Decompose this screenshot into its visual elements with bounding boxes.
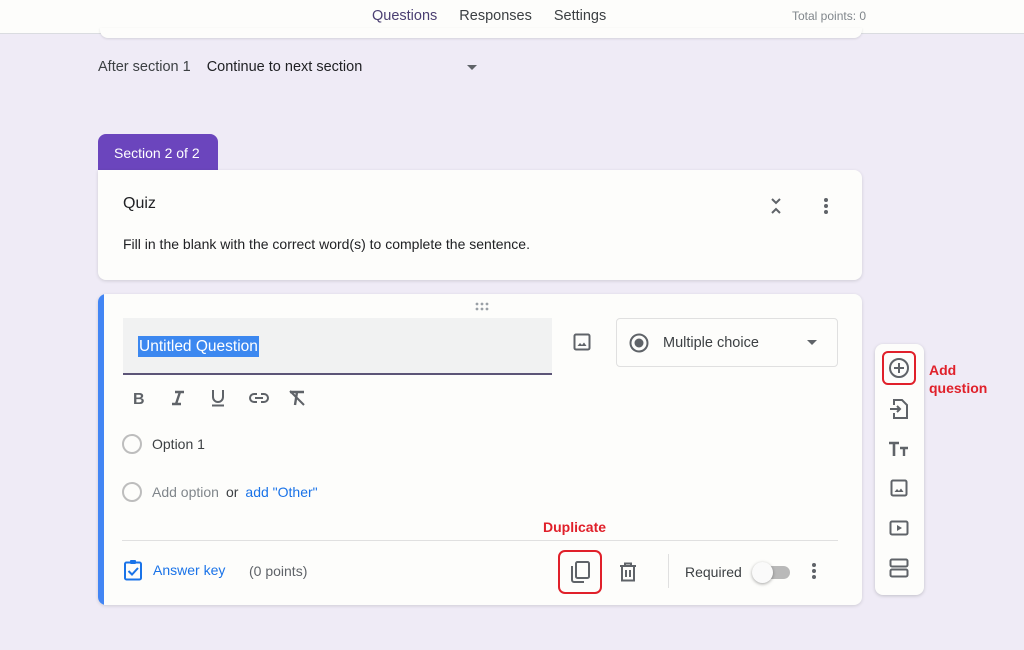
add-title-description-button[interactable] [887,437,911,461]
question-type-select[interactable]: Multiple choice [616,318,838,367]
underline-button[interactable] [210,386,249,410]
after-section-label: After section 1 [98,59,191,75]
video-icon [889,520,909,536]
delete-button[interactable] [616,558,640,586]
italic-icon [172,390,184,406]
bold-button[interactable]: B [132,386,171,410]
add-other-button[interactable]: add "Other" [245,484,317,500]
previous-section-card [100,28,862,38]
import-questions-button[interactable] [887,397,911,421]
after-section-value: Continue to next section [206,59,363,75]
assignment-check-icon [124,560,142,581]
add-circle-icon [889,358,909,378]
divider [668,554,669,588]
annotation-line: Add [929,362,957,378]
annotation-line: question [929,380,988,396]
radio-button-checked-icon [629,333,649,352]
required-label: Required [685,564,742,580]
import-icon [890,399,908,419]
add-question-annotation: Add question [929,361,987,397]
points-value: (0 points) [249,563,308,579]
question-more-button[interactable] [802,559,826,583]
collapse-section-button[interactable] [764,194,788,218]
question-title-input[interactable]: Untitled Question [123,318,552,375]
more-vert-icon [812,563,816,579]
more-vert-icon [824,198,828,214]
collapse-icon [771,198,781,214]
italic-button[interactable] [171,386,210,410]
drag-handle[interactable] [472,300,492,312]
section-icon [889,558,909,578]
option-label[interactable]: Option 1 [152,436,205,452]
add-image-to-question-button[interactable] [570,330,594,354]
clear-formatting-button[interactable] [288,386,327,410]
question-type-value: Multiple choice [663,334,759,351]
section-description[interactable]: Fill in the blank with the correct word(… [123,236,530,252]
clear-formatting-icon [289,390,305,406]
toggle-thumb [752,562,773,583]
section-card: Quiz Fill in the blank with the correct … [98,170,862,280]
add-image-button[interactable] [887,476,911,500]
section-tab: Section 2 of 2 [98,134,218,172]
drag-handle-icon [475,302,489,310]
add-section-button[interactable] [887,556,911,580]
add-video-button[interactable] [887,516,911,540]
duplicate-annotation: Duplicate [543,519,607,535]
add-question-button[interactable] [882,351,916,385]
svg-text:B: B [133,391,145,406]
title-text-icon [889,441,908,456]
dropdown-arrow-icon [807,340,817,345]
option-row: Option 1 [122,434,205,454]
radio-icon [122,434,142,454]
answer-key-button[interactable]: Answer key [123,559,225,581]
required-toggle[interactable] [752,562,792,583]
or-text: or [225,484,239,500]
question-card: Untitled Question Multiple choice B Opti… [98,294,862,605]
trash-icon [620,562,636,582]
answer-key-label: Answer key [153,562,226,578]
copy-icon [571,561,590,583]
after-section-select[interactable]: Continue to next section [207,59,477,75]
floating-toolbar [875,344,924,595]
image-icon [573,333,591,351]
dropdown-arrow-icon [466,64,477,70]
duplicate-button[interactable] [558,550,602,594]
radio-icon [122,482,142,502]
underline-icon [212,390,224,407]
link-button[interactable] [249,386,288,410]
formatting-toolbar: B [132,386,327,410]
add-option-button[interactable]: Add option [152,484,219,500]
link-icon [249,393,269,403]
after-section-row: After section 1 Continue to next section [98,59,477,75]
divider [122,540,838,541]
add-option-row: Add option or add "Other" [122,482,318,502]
section-title[interactable]: Quiz [123,195,156,213]
bold-icon: B [133,391,145,406]
total-points: Total points: 0 [792,9,867,23]
question-title-text: Untitled Question [138,336,259,357]
image-icon [890,479,908,497]
section-more-button[interactable] [814,194,838,218]
